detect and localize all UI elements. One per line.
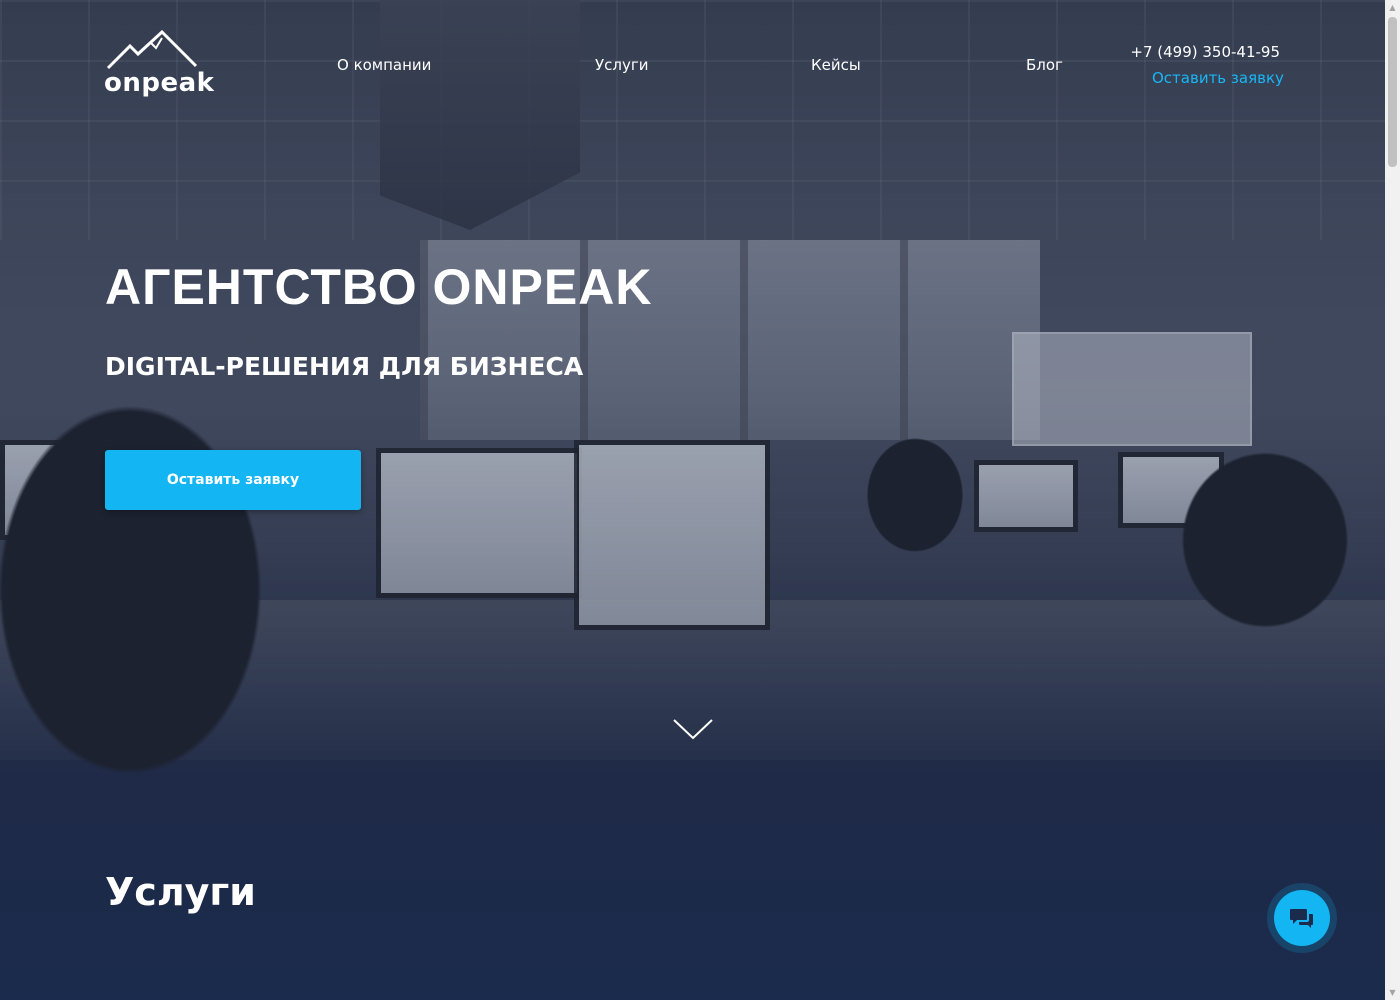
person-silhouette — [1170, 440, 1360, 640]
monitor-decoration — [574, 440, 770, 630]
whiteboard-decoration — [1012, 332, 1252, 446]
services-section-title: Услуги — [105, 870, 256, 914]
nav-item-about[interactable]: О компании — [337, 56, 431, 74]
hero-title: АГЕНТСТВО ONPEAK — [105, 259, 653, 315]
site-header: onpeak О компании Услуги Кейсы Блог +7 (… — [0, 0, 1385, 120]
monitor-decoration — [974, 460, 1078, 532]
hero-subtitle: DIGITAL-РЕШЕНИЯ ДЛЯ БИЗНЕСА — [105, 352, 584, 381]
request-link[interactable]: Оставить заявку — [1152, 69, 1284, 87]
mountain-logo-icon — [106, 30, 198, 70]
nav-item-blog[interactable]: Блог — [1026, 56, 1063, 74]
scroll-down-arrow-icon[interactable]: ▼ — [1385, 985, 1400, 1000]
nav-item-services[interactable]: Услуги — [595, 56, 648, 74]
logo-text: onpeak — [104, 68, 215, 98]
person-silhouette — [0, 380, 280, 800]
logo-link[interactable]: onpeak — [104, 30, 214, 100]
monitor-decoration — [376, 448, 582, 598]
request-button[interactable]: Оставить заявку — [105, 450, 361, 510]
chevron-down-icon[interactable] — [672, 716, 714, 744]
nav-item-cases[interactable]: Кейсы — [811, 56, 861, 74]
scrollbar-thumb[interactable] — [1388, 17, 1397, 167]
chat-bubbles-icon — [1290, 909, 1313, 928]
scroll-up-arrow-icon[interactable]: ▲ — [1385, 0, 1400, 15]
phone-link[interactable]: +7 (499) 350-41-95 — [1130, 43, 1280, 61]
chat-widget-button[interactable] — [1267, 883, 1337, 953]
person-silhouette — [860, 430, 970, 560]
page: onpeak О компании Услуги Кейсы Блог +7 (… — [0, 0, 1400, 1000]
page-scrollbar[interactable]: ▲ ▼ — [1385, 0, 1400, 1000]
chat-widget-inner — [1274, 890, 1330, 946]
